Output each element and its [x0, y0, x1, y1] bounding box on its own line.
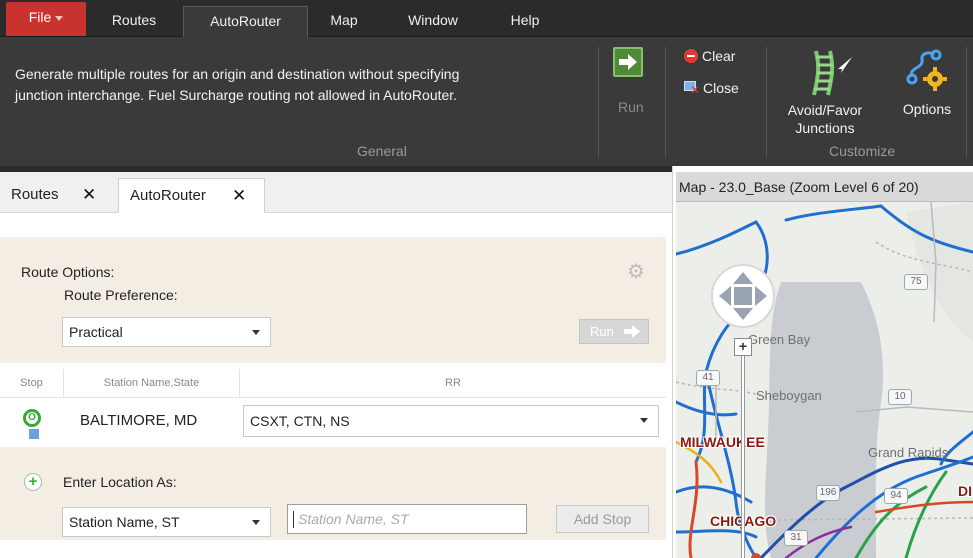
run-button[interactable]: Run: [613, 47, 653, 122]
map-header: Map - 23.0_Base (Zoom Level 6 of 20): [676, 172, 973, 202]
avoid-favor-junctions-button[interactable]: Avoid/Favor Junctions: [770, 45, 880, 137]
add-stop-button[interactable]: Add Stop: [556, 505, 649, 533]
station-name: BALTIMORE, MD: [80, 412, 198, 429]
ribbon-divider: [598, 47, 599, 157]
chevron-down-icon: [252, 520, 260, 525]
location-type-value: Station Name, ST: [69, 514, 180, 530]
text-cursor: [293, 511, 294, 528]
close-label: Close: [703, 80, 739, 96]
stop-connector: [29, 429, 39, 439]
route-preference-select[interactable]: Practical: [62, 317, 271, 347]
highway-shield: 196: [816, 485, 840, 501]
menu-autorouter[interactable]: AutoRouter: [183, 6, 308, 38]
rr-select[interactable]: CSXT, CTN, NS: [243, 405, 659, 437]
zoom-in-button[interactable]: +: [734, 338, 752, 356]
ribbon: Generate multiple routes for an origin a…: [0, 37, 973, 166]
lake-michigan: [764, 282, 884, 558]
enter-location-section: + Enter Location As: Station Name, ST St…: [0, 447, 666, 540]
route-preference-label: Route Preference:: [64, 287, 178, 303]
close-icon[interactable]: ✕: [82, 178, 96, 212]
map-pan-control[interactable]: [711, 264, 775, 328]
chevron-down-icon: [252, 330, 260, 335]
route-options-section: Route Options: ⚙ Route Preference: Pract…: [0, 237, 666, 363]
station-name-input[interactable]: Station Name, ST: [287, 504, 527, 534]
arrow-right-icon: [624, 325, 640, 338]
arrow-right-icon: [613, 47, 643, 77]
route-preference-value: Practical: [69, 324, 123, 340]
route-options-title: Route Options:: [21, 264, 115, 280]
ribbon-divider: [766, 47, 767, 157]
ribbon-description: Generate multiple routes for an origin a…: [15, 64, 595, 106]
highway-shield: 94: [884, 488, 908, 504]
map-label-detroit: DI: [958, 483, 972, 499]
clear-button[interactable]: Clear: [684, 48, 735, 64]
avoid-label-line-1: Avoid/Favor: [787, 102, 863, 118]
tab-routes-label: Routes: [11, 186, 59, 203]
zoom-slider[interactable]: [741, 356, 745, 558]
group-label-customize: Customize: [829, 143, 896, 159]
clear-icon: [684, 49, 698, 63]
tab-autorouter-label: AutoRouter: [130, 187, 206, 204]
map-label-green-bay: Green Bay: [748, 332, 811, 347]
chevron-down-icon: [640, 418, 648, 423]
station-input-placeholder: Station Name, ST: [298, 511, 409, 527]
stops-grid-header: Stop Station Name,State RR: [0, 369, 666, 398]
description-line-2: junction interchange. Fuel Surcharge rou…: [15, 87, 458, 103]
column-header-station: Station Name,State: [64, 369, 240, 398]
map-panel[interactable]: Map - 23.0_Base (Zoom Level 6 of 20) 75 …: [676, 172, 973, 558]
column-header-rr: RR: [445, 377, 461, 389]
options-gear-icon: [906, 49, 947, 91]
map-label-milwaukee: MILWAUKEE: [680, 434, 765, 450]
highway-shield: 10: [888, 389, 912, 405]
tab-autorouter[interactable]: AutoRouter ✕: [118, 178, 265, 213]
tab-routes[interactable]: Routes ✕: [0, 178, 114, 213]
map-label-sheboygan: Sheboygan: [756, 388, 822, 403]
origin-stop-icon: O: [23, 409, 41, 427]
run-route-button[interactable]: Run: [579, 319, 649, 344]
map-canvas[interactable]: [676, 202, 973, 558]
menu-window[interactable]: Window: [393, 6, 473, 37]
column-header-stop: Stop: [0, 369, 64, 398]
ribbon-divider: [665, 47, 666, 157]
menu-bar: File Routes AutoRouter Map Window Help: [0, 0, 973, 38]
menu-file[interactable]: File: [6, 2, 86, 36]
menu-routes[interactable]: Routes: [94, 6, 174, 37]
map-label-grand-rapids: Grand Rapids: [868, 445, 949, 460]
autorouter-panel: Routes ✕ AutoRouter ✕ Route Options: ⚙ R…: [0, 166, 672, 558]
table-row[interactable]: O BALTIMORE, MD CSXT, CTN, NS: [0, 399, 666, 443]
description-line-1: Generate multiple routes for an origin a…: [15, 66, 460, 82]
document-tabs: Routes ✕ AutoRouter ✕: [0, 172, 672, 213]
close-button[interactable]: ✕ Close: [684, 80, 739, 96]
group-label-general: General: [357, 143, 407, 159]
highway-shield: 41: [696, 370, 720, 386]
add-icon[interactable]: +: [24, 473, 42, 491]
rr-value: CSXT, CTN, NS: [250, 413, 350, 429]
options-button[interactable]: Options: [892, 45, 962, 120]
close-icon[interactable]: ✕: [232, 179, 246, 213]
options-label: Options: [902, 101, 952, 117]
gear-icon[interactable]: ⚙: [627, 262, 645, 282]
close-window-icon: ✕: [684, 81, 700, 96]
avoid-favor-label: Avoid/Favor Junctions: [770, 101, 880, 137]
highway-shield: 75: [904, 274, 928, 290]
run-label: Run: [618, 99, 644, 115]
enter-location-label: Enter Location As:: [63, 474, 177, 490]
clear-label: Clear: [702, 48, 736, 64]
run-route-label: Run: [590, 324, 614, 339]
pan-arrows-icon: [719, 272, 767, 320]
avoid-label-line-2: Junctions: [795, 120, 855, 136]
menu-map[interactable]: Map: [318, 6, 370, 37]
highway-shield: 31: [784, 530, 808, 546]
junction-track-icon: [812, 50, 852, 96]
location-type-select[interactable]: Station Name, ST: [62, 507, 271, 537]
menu-help[interactable]: Help: [495, 6, 555, 37]
menu-file-label: File: [28, 9, 52, 25]
chevron-down-icon: [55, 15, 64, 21]
ribbon-divider: [966, 47, 967, 157]
